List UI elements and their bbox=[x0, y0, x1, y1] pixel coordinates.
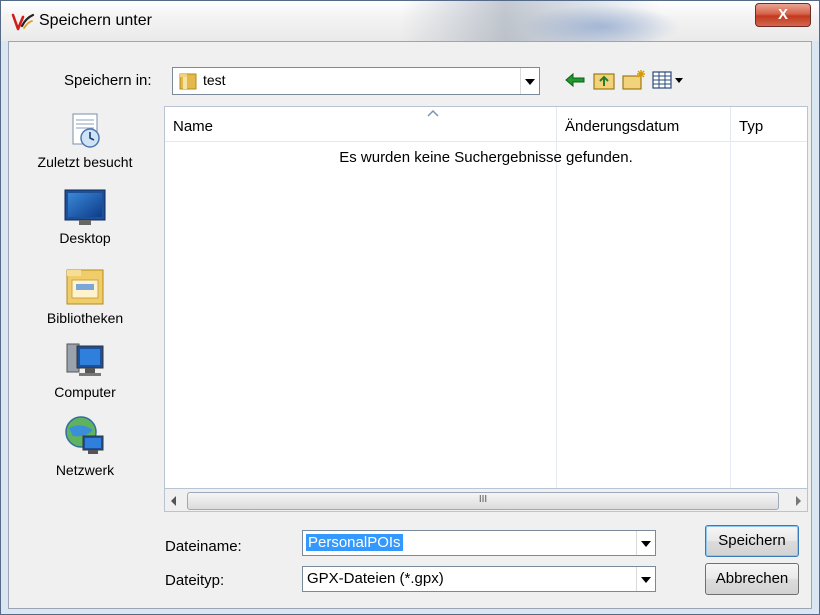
libraries-icon bbox=[66, 269, 104, 305]
scroll-right-arrow-icon[interactable] bbox=[796, 496, 801, 506]
column-header-date[interactable]: Änderungsdatum bbox=[557, 107, 731, 141]
chevron-down-icon[interactable] bbox=[520, 68, 539, 94]
place-recent[interactable]: Zuletzt besucht bbox=[11, 110, 159, 170]
save-in-dropdown[interactable]: test bbox=[172, 67, 540, 95]
place-libraries[interactable]: Bibliotheken bbox=[11, 264, 159, 326]
place-label: Netzwerk bbox=[55, 462, 115, 478]
filename-field[interactable]: PersonalPOIs bbox=[302, 530, 656, 556]
title-bar[interactable]: Speichern unter X bbox=[1, 1, 819, 41]
filename-value[interactable]: PersonalPOIs bbox=[306, 534, 403, 551]
horizontal-scrollbar[interactable]: III bbox=[164, 488, 808, 512]
filetype-label: Dateityp: bbox=[165, 572, 225, 589]
chevron-down-icon[interactable] bbox=[636, 567, 655, 591]
filetype-value: GPX-Dateien (*.gpx) bbox=[307, 570, 444, 587]
app-logo-icon bbox=[11, 13, 35, 31]
view-menu-icon[interactable] bbox=[651, 68, 687, 92]
close-button[interactable]: X bbox=[755, 3, 811, 27]
desktop-icon bbox=[64, 189, 106, 225]
place-label: Desktop bbox=[59, 230, 111, 246]
current-folder-name: test bbox=[203, 72, 226, 88]
window-title: Speichern unter bbox=[39, 12, 152, 29]
filetype-dropdown[interactable]: GPX-Dateien (*.gpx) bbox=[302, 566, 656, 592]
place-label: Zuletzt besucht bbox=[37, 154, 133, 170]
sort-ascending-icon bbox=[427, 109, 439, 117]
save-as-dialog: Speichern unter X Speichern in: test Zul… bbox=[0, 0, 820, 615]
cancel-button[interactable]: Abbrechen bbox=[705, 563, 799, 595]
filename-label: Dateiname: bbox=[165, 538, 242, 555]
up-folder-icon[interactable] bbox=[591, 68, 617, 92]
network-icon bbox=[65, 416, 104, 454]
column-divider bbox=[556, 141, 557, 511]
places-bar: Zuletzt besucht Desktop Bibliotheken Com… bbox=[11, 100, 159, 522]
empty-list-message: Es wurden keine Suchergebnisse gefunden. bbox=[339, 149, 633, 166]
recent-places-icon bbox=[72, 113, 100, 148]
new-folder-icon[interactable] bbox=[621, 68, 647, 92]
save-button[interactable]: Speichern bbox=[705, 525, 799, 557]
back-arrow-icon[interactable] bbox=[562, 68, 588, 92]
column-divider bbox=[730, 141, 731, 511]
folder-icon bbox=[179, 73, 197, 90]
place-computer[interactable]: Computer bbox=[11, 340, 159, 400]
computer-icon bbox=[66, 343, 104, 376]
scrollbar-thumb[interactable]: III bbox=[187, 492, 779, 510]
place-label: Bibliotheken bbox=[46, 310, 124, 326]
column-header-type[interactable]: Typ bbox=[731, 107, 807, 141]
place-desktop[interactable]: Desktop bbox=[11, 188, 159, 246]
dialog-body: Speichern in: test Zuletzt besucht Deskt… bbox=[8, 41, 812, 609]
title-bar-glow bbox=[521, 5, 681, 41]
file-list[interactable]: Name Änderungsdatum Typ Es wurden keine … bbox=[164, 106, 808, 512]
list-header: Name Änderungsdatum Typ bbox=[165, 107, 807, 142]
place-label: Computer bbox=[54, 384, 116, 400]
column-header-name[interactable]: Name bbox=[165, 107, 557, 141]
save-in-label: Speichern in: bbox=[64, 72, 152, 89]
chevron-down-icon[interactable] bbox=[636, 531, 655, 555]
scroll-left-arrow-icon[interactable] bbox=[171, 496, 176, 506]
place-network[interactable]: Netzwerk bbox=[11, 414, 159, 478]
